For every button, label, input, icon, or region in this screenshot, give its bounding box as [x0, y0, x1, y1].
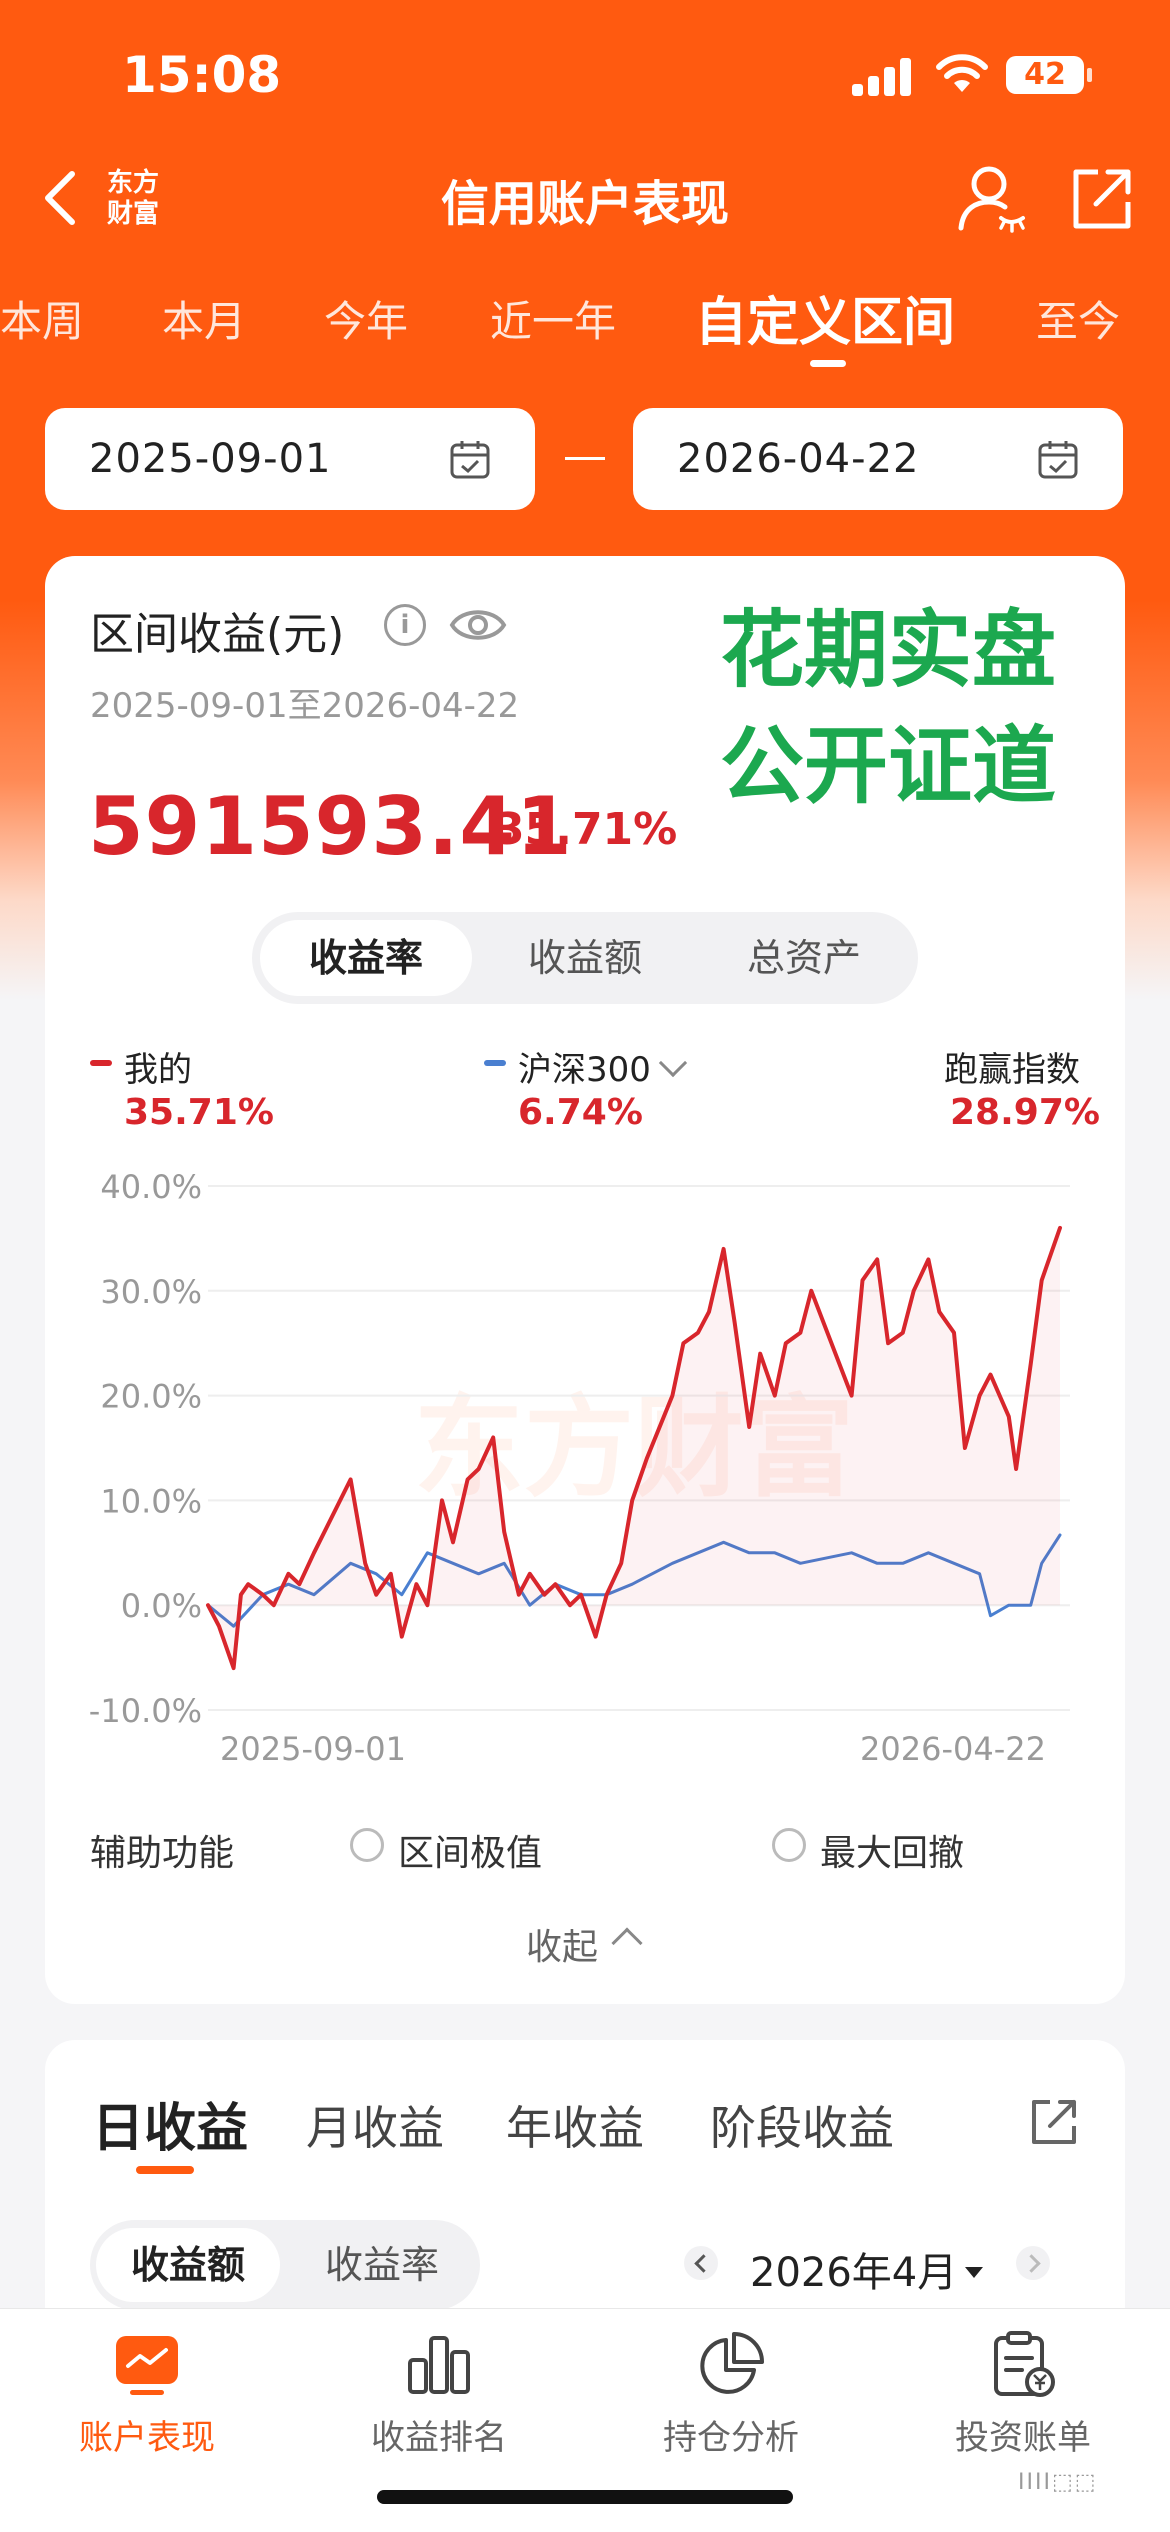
helper-functions-label: 辅助功能 [90, 1833, 235, 1874]
overlay-line-2: 公开证道 [720, 717, 1057, 815]
overlay-annotation-text: 花期实盘 公开证道 [720, 592, 1056, 824]
y-tick-label: 30.0% [100, 1273, 202, 1311]
returns-metric-amount[interactable]: 收益额 [96, 2228, 280, 2302]
radio-max-drawdown[interactable] [772, 1828, 806, 1862]
period-tab-custom[interactable]: 自定义区间 [695, 280, 955, 355]
returns-tab-daily[interactable]: 日收益 [92, 2086, 248, 2161]
legend-value-mine: 35.71% [124, 1092, 274, 1133]
battery-level-text: 42 [1024, 57, 1066, 92]
investment-bill-icon[interactable] [988, 2330, 1058, 2400]
chevron-down-icon [658, 1048, 688, 1078]
legend-value-beat-index: 28.97% [950, 1092, 1100, 1133]
returns-tab-stage[interactable]: 阶段收益 [710, 2092, 894, 2158]
start-date-picker[interactable]: 2025-09-01 [45, 408, 535, 510]
y-tick-label: 10.0% [100, 1482, 202, 1520]
returns-tab-monthly[interactable]: 月收益 [306, 2092, 444, 2158]
tab-account-performance[interactable]: 账户表现 [37, 2410, 257, 2459]
interval-profit-title: 区间收益(元) [90, 609, 345, 660]
calendar-icon [450, 441, 490, 479]
interval-range-text: 2025-09-01至2026-04-22 [90, 686, 520, 726]
y-tick-label: 40.0% [100, 1168, 202, 1206]
end-date-picker[interactable]: 2026-04-22 [633, 408, 1123, 510]
period-tab-month[interactable]: 本月 [162, 288, 246, 349]
info-glyph: i [400, 610, 410, 640]
return-line-chart[interactable]: 东方财富40.0%30.0%20.0%10.0%0.0%-10.0%2025-0… [60, 1150, 1090, 1790]
overlay-line-1: 花期实盘 [720, 601, 1057, 699]
metric-tab-return-rate[interactable]: 收益率 [260, 920, 472, 996]
metric-segmented-control: 收益率 收益额 总资产 [252, 912, 918, 1004]
y-tick-label: -10.0% [89, 1692, 202, 1730]
status-time: 15:08 [122, 46, 282, 104]
returns-tab-yearly[interactable]: 年收益 [506, 2092, 644, 2158]
legend-value-index: 6.74% [518, 1092, 643, 1133]
x-tick-label-start: 2025-09-01 [220, 1730, 406, 1768]
period-tab-week[interactable]: 本周 [0, 288, 84, 349]
month-label: 2026年4月 [750, 2250, 958, 2296]
metric-tab-return-amount[interactable]: 收益额 [479, 920, 691, 996]
index-selector[interactable]: 沪深300 [518, 1042, 688, 1091]
info-icon[interactable]: i [384, 604, 426, 646]
next-month-button[interactable] [1016, 2246, 1050, 2280]
period-tabs: 本周 本月 今年 近一年 自定义区间 至今 [0, 288, 1170, 368]
interval-profit-percent: 35.71% [494, 804, 678, 855]
start-date-text: 2025-09-01 [89, 436, 332, 482]
account-performance-icon[interactable] [112, 2330, 182, 2400]
status-bar: 15:08 42 [0, 0, 1170, 150]
battery-icon: 42 [1006, 56, 1092, 94]
period-active-indicator [810, 360, 846, 367]
end-date-text: 2026-04-22 [677, 436, 920, 482]
legend-label-index: 沪深300 [518, 1050, 651, 1090]
corner-badge: IIII⬚⬚ [1018, 2470, 1098, 2495]
period-tab-ytd[interactable]: 今年 [324, 288, 408, 349]
share-icon[interactable] [1068, 164, 1136, 234]
wifi-icon [936, 54, 988, 92]
cellular-signal-icon [852, 56, 912, 96]
pie-chart-icon[interactable] [696, 2330, 766, 2400]
radio-interval-extremes[interactable] [350, 1828, 384, 1862]
returns-tab-indicator [136, 2166, 194, 2174]
month-selector[interactable]: 2026年4月 [750, 2240, 984, 2298]
previous-month-button[interactable] [684, 2246, 718, 2280]
caret-down-icon [965, 2267, 984, 2278]
legend-swatch-index [484, 1060, 506, 1066]
returns-metric-toggle: 收益额 收益率 [90, 2220, 480, 2310]
legend-label-mine: 我的 [124, 1050, 192, 1090]
tab-return-ranking[interactable]: 收益排名 [329, 2410, 549, 2459]
calendar-icon [1038, 441, 1078, 479]
returns-metric-rate[interactable]: 收益率 [290, 2228, 474, 2302]
user-privacy-icon[interactable] [955, 160, 1027, 236]
eye-icon[interactable] [448, 602, 508, 648]
home-indicator [377, 2490, 793, 2504]
ranking-bar-icon[interactable] [404, 2330, 474, 2400]
legend-swatch-mine [90, 1060, 112, 1066]
y-tick-label: 20.0% [100, 1378, 202, 1416]
tab-investment-bill[interactable]: 投资账单 [913, 2410, 1133, 2459]
share-icon[interactable] [1028, 2096, 1080, 2148]
x-tick-label-end: 2026-04-22 [860, 1730, 1046, 1768]
metric-tab-total-assets[interactable]: 总资产 [698, 920, 910, 996]
legend-label-beat-index: 跑赢指数 [944, 1050, 1080, 1090]
period-tab-1year[interactable]: 近一年 [490, 288, 616, 349]
collapse-button[interactable]: 收起 [526, 1918, 598, 1970]
tab-holdings-analysis[interactable]: 持仓分析 [621, 2410, 841, 2459]
date-range-separator [565, 457, 605, 460]
radio-label-max-drawdown[interactable]: 最大回撤 [820, 1824, 964, 1876]
radio-label-interval-extremes[interactable]: 区间极值 [398, 1824, 542, 1876]
y-tick-label: 0.0% [121, 1587, 202, 1625]
period-tab-since-inception[interactable]: 至今 [1036, 288, 1120, 349]
